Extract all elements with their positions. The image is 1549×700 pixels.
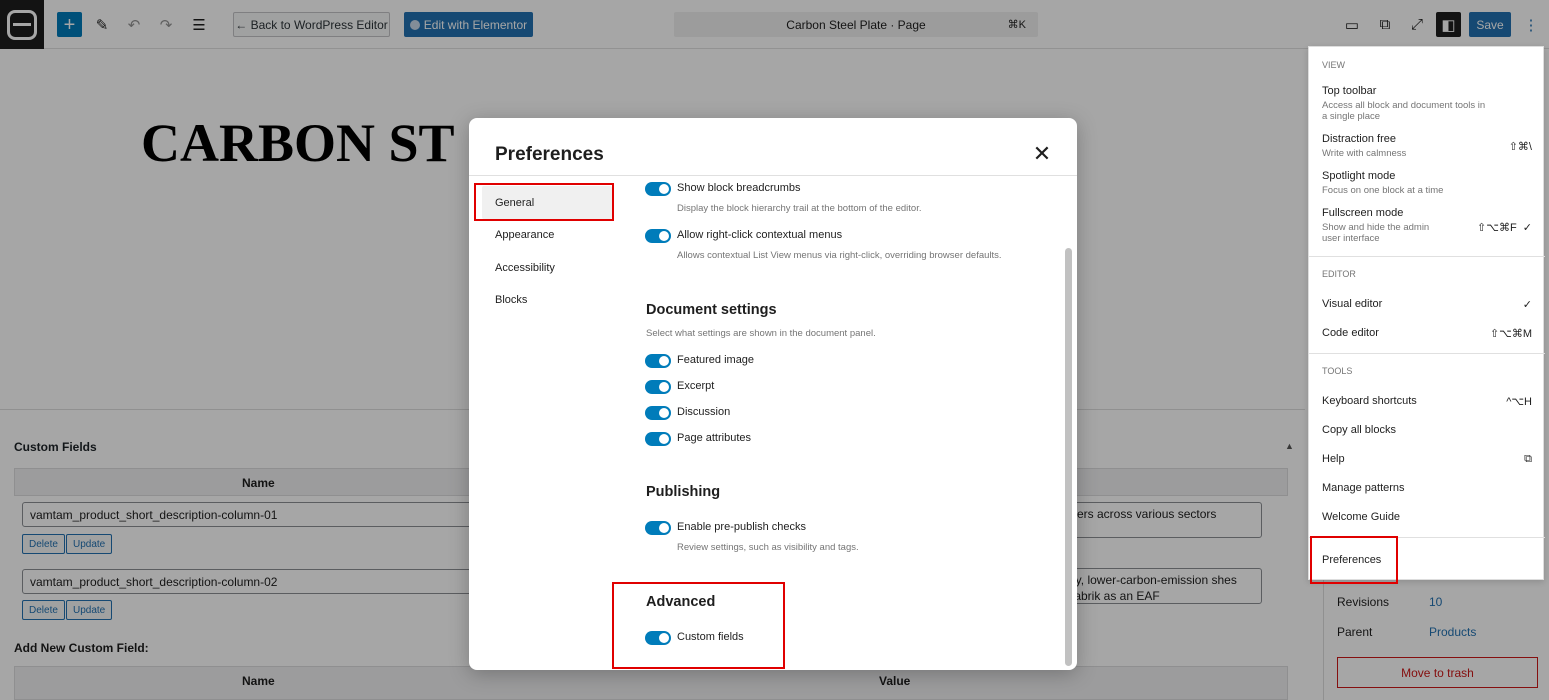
menu-divider <box>1309 353 1545 354</box>
menu-item-label: Help <box>1322 453 1345 465</box>
right-click-toggle[interactable] <box>645 229 671 243</box>
excerpt-toggle[interactable] <box>645 380 671 394</box>
menu-item-description: Write with calmness <box>1322 148 1407 159</box>
menu-item-label: Fullscreen mode <box>1322 207 1404 219</box>
close-icon[interactable]: ✕ <box>1031 143 1053 166</box>
prepublish-checks-description: Review settings, such as visibility and … <box>677 542 859 553</box>
editor-section-title: EDITOR <box>1322 269 1356 279</box>
menu-item-description: Focus on one block at a time <box>1322 185 1444 196</box>
menu-item-description: Show and hide the admin user interface <box>1322 222 1430 244</box>
tools-section-title: TOOLS <box>1322 366 1353 376</box>
menu-item-label: Spotlight mode <box>1322 170 1396 182</box>
menu-item-label: Distraction free <box>1322 133 1396 145</box>
highlight-preferences-item <box>1310 536 1398 584</box>
menu-item-distraction-free[interactable]: Distraction free Write with calmness ⇧⌘\ <box>1322 133 1532 159</box>
menu-item-label: Welcome Guide <box>1322 511 1401 523</box>
highlight-general-tab <box>474 183 614 221</box>
menu-item-shortcut: ^⌥H <box>1506 396 1532 408</box>
checkmark-icon: ✓ <box>1522 299 1532 311</box>
discussion-toggle[interactable] <box>645 406 671 420</box>
menu-item-description: Access all block and document tools in a… <box>1322 100 1486 122</box>
featured-image-label: Featured image <box>677 354 755 366</box>
menu-item-spotlight-mode[interactable]: Spotlight mode Focus on one block at a t… <box>1322 170 1532 196</box>
menu-item-help[interactable]: Help ⧉ <box>1322 453 1532 465</box>
menu-item-label: Top toolbar <box>1322 85 1377 97</box>
view-section-title: VIEW <box>1322 60 1346 70</box>
menu-item-manage-patterns[interactable]: Manage patterns <box>1322 482 1532 494</box>
excerpt-label: Excerpt <box>677 380 715 392</box>
menu-item-label: Keyboard shortcuts <box>1322 395 1417 407</box>
menu-item-keyboard-shortcuts[interactable]: Keyboard shortcuts ^⌥H <box>1322 395 1532 408</box>
options-dropdown-menu: VIEW Top toolbar Access all block and do… <box>1308 46 1545 580</box>
menu-item-fullscreen-mode[interactable]: Fullscreen mode Show and hide the admin … <box>1322 207 1532 244</box>
breadcrumbs-label: Show block breadcrumbs <box>677 182 801 194</box>
menu-item-shortcut: ⇧⌥⌘M <box>1489 328 1532 340</box>
featured-image-toggle[interactable] <box>645 354 671 368</box>
highlight-advanced-section <box>612 582 785 669</box>
tab-appearance[interactable]: Appearance <box>482 218 612 251</box>
right-click-description: Allows contextual List View menus via ri… <box>677 250 1002 261</box>
modal-title: Preferences <box>495 144 604 165</box>
publishing-heading: Publishing <box>646 484 721 500</box>
external-link-icon: ⧉ <box>1524 453 1532 465</box>
tab-accessibility[interactable]: Accessibility <box>482 251 612 284</box>
prepublish-checks-label: Enable pre-publish checks <box>677 521 807 533</box>
prepublish-checks-toggle[interactable] <box>645 521 671 535</box>
menu-item-copy-all-blocks[interactable]: Copy all blocks <box>1322 424 1532 436</box>
breadcrumbs-toggle[interactable] <box>645 182 671 196</box>
menu-item-top-toolbar[interactable]: Top toolbar Access all block and documen… <box>1322 85 1532 122</box>
document-settings-description: Select what settings are shown in the do… <box>646 328 876 339</box>
page-attributes-label: Page attributes <box>677 432 751 444</box>
discussion-label: Discussion <box>677 406 731 418</box>
menu-item-label: Manage patterns <box>1322 482 1405 494</box>
menu-item-shortcut: ⇧⌘\ <box>1508 141 1532 153</box>
menu-item-shortcut: ⇧⌥⌘F ✓ <box>1477 222 1532 234</box>
breadcrumbs-description: Display the block hierarchy trail at the… <box>677 203 922 214</box>
right-click-label: Allow right-click contextual menus <box>677 229 843 241</box>
menu-item-code-editor[interactable]: Code editor ⇧⌥⌘M <box>1322 327 1532 340</box>
menu-item-label: Visual editor <box>1322 298 1383 310</box>
page-attributes-toggle[interactable] <box>645 432 671 446</box>
menu-divider <box>1309 256 1545 257</box>
menu-item-label: Copy all blocks <box>1322 424 1396 436</box>
menu-item-visual-editor[interactable]: Visual editor ✓ <box>1322 298 1532 311</box>
tab-blocks[interactable]: Blocks <box>482 283 612 316</box>
menu-item-welcome-guide[interactable]: Welcome Guide <box>1322 511 1532 523</box>
document-settings-heading: Document settings <box>646 302 777 318</box>
modal-scrollbar[interactable] <box>1065 248 1072 666</box>
